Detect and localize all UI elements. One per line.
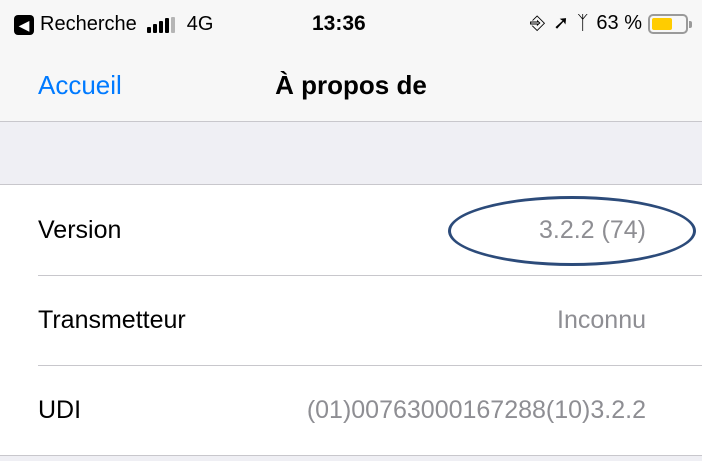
bluetooth-icon: ᛉ bbox=[577, 12, 589, 34]
back-arrow-icon[interactable]: ◀ bbox=[14, 14, 34, 35]
battery-fill bbox=[652, 17, 673, 30]
status-bar: ◀ Recherche 4G 13:36 ⎆ ➚ ᛉ 63 % bbox=[0, 0, 702, 48]
status-bar-right: ⎆ ➚ ᛉ 63 % bbox=[529, 12, 692, 35]
udi-value: (01)00763000167288(10)3.2.2 bbox=[306, 395, 646, 424]
orientation-lock-icon: ⎆ bbox=[529, 12, 546, 34]
version-label: Version bbox=[38, 215, 122, 244]
battery-icon bbox=[648, 13, 692, 34]
transmitter-label: Transmetteur bbox=[38, 305, 186, 334]
udi-label: UDI bbox=[38, 395, 82, 424]
navigation-bar: Accueil À propos de bbox=[0, 48, 702, 122]
version-highlight-annotation bbox=[448, 196, 696, 266]
udi-row: UDI (01)00763000167288(10)3.2.2 bbox=[0, 365, 702, 455]
transmitter-row: Transmetteur Inconnu bbox=[0, 275, 702, 365]
transmitter-value: Inconnu bbox=[557, 305, 646, 334]
signal-strength-icon bbox=[146, 16, 177, 33]
network-type: 4G bbox=[186, 13, 214, 35]
status-bar-left[interactable]: ◀ Recherche 4G bbox=[14, 13, 213, 36]
location-arrow-icon: ➚ bbox=[553, 13, 569, 34]
status-time: 13:36 bbox=[312, 12, 366, 35]
page-title: À propos de bbox=[275, 70, 427, 100]
battery-percent: 63 % bbox=[596, 12, 642, 34]
back-to-app-label[interactable]: Recherche bbox=[40, 13, 137, 36]
